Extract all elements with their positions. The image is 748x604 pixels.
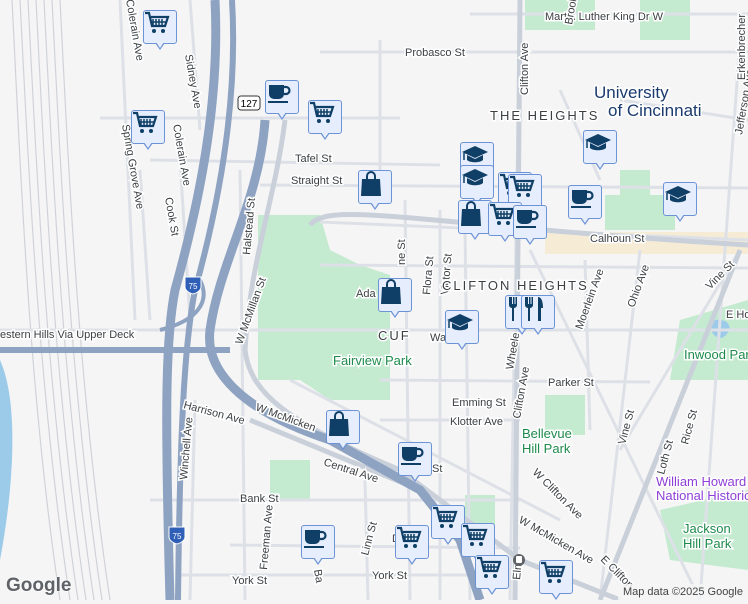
label-ada: Ada bbox=[356, 288, 376, 300]
label-clifton-ave: Clifton Ave bbox=[519, 43, 531, 95]
label-loth-st: Loth St bbox=[655, 439, 676, 476]
marker-pointer-fill bbox=[550, 589, 562, 598]
marker-pointer-fill bbox=[532, 324, 544, 333]
label-jackson-hill-park: Jackson Hill Park bbox=[683, 521, 732, 551]
label-the-heights: THE HEIGHTS bbox=[490, 108, 599, 123]
i75-shield-north: 75 bbox=[184, 276, 202, 295]
marker-pointer-fill bbox=[406, 554, 418, 563]
poi-marker-utensils[interactable] bbox=[521, 295, 555, 339]
poi-marker-graduation-cap[interactable] bbox=[663, 182, 697, 226]
marker-pointer-fill bbox=[499, 231, 511, 240]
label-w-mcmicken-left: W McMicken bbox=[254, 402, 317, 435]
marker-pointer-fill bbox=[312, 554, 324, 563]
marker-pointer-fill bbox=[337, 439, 349, 448]
poi-marker-cart[interactable] bbox=[475, 555, 509, 599]
poi-marker-graduation-cap[interactable] bbox=[445, 310, 479, 354]
label-probasco-st: Probasco St bbox=[405, 47, 465, 59]
svg-text:127: 127 bbox=[241, 99, 258, 110]
label-bay: Ba bbox=[311, 568, 325, 584]
poi-marker-cart[interactable] bbox=[395, 525, 429, 569]
poi-marker-cart[interactable] bbox=[539, 560, 573, 604]
label-e-hollister: E Ho bbox=[726, 309, 748, 321]
label-bank-st: Bank St bbox=[240, 493, 279, 505]
label-york-st: York St bbox=[372, 570, 407, 582]
label-sidney-ave: Sidney Ave bbox=[182, 53, 203, 109]
map-attribution[interactable]: Map data ©2025 Google bbox=[617, 584, 748, 600]
label-vine-st-partial: ne St bbox=[396, 239, 408, 265]
label-fairview-park: Fairview Park bbox=[333, 353, 412, 368]
poi-marker-coffee[interactable] bbox=[301, 525, 335, 569]
label-linn-st: Linn St bbox=[359, 521, 379, 557]
marker-pointer-fill bbox=[579, 214, 591, 223]
poi-marker-coffee[interactable] bbox=[513, 205, 547, 249]
label-cook-st: Cook St bbox=[162, 196, 181, 237]
marker-pointer-fill bbox=[456, 339, 468, 348]
label-erkenbrecher: Erkenbrecher bbox=[736, 14, 748, 80]
label-klotter-ave: Klotter Ave bbox=[450, 416, 503, 428]
river bbox=[0, 360, 13, 560]
rail-yard bbox=[11, 0, 111, 600]
marker-pointer-fill bbox=[486, 584, 498, 593]
poi-marker-coffee[interactable] bbox=[265, 80, 299, 124]
label-colerain-ave: Colerain Ave bbox=[170, 123, 193, 186]
marker-pointer-fill bbox=[674, 211, 686, 220]
marker-pointer-fill bbox=[442, 534, 454, 543]
i75-shield-south: 75 bbox=[168, 526, 186, 545]
marker-pointer-fill bbox=[142, 139, 154, 148]
marker-pointer-fill bbox=[469, 229, 481, 238]
map-base: 127 75 75 Probasco St Martin Luther King… bbox=[0, 0, 748, 600]
marker-pointer-fill bbox=[319, 129, 331, 138]
label-calhoun-st: Calhoun St bbox=[590, 233, 644, 245]
label-rice-st: Rice St bbox=[679, 408, 700, 445]
label-parker-st: Parker St bbox=[548, 377, 594, 389]
label-w-mcmicken-ave: W McMicken Ave bbox=[517, 514, 596, 566]
poi-marker-bag[interactable] bbox=[378, 278, 412, 322]
poi-marker-cart[interactable] bbox=[131, 110, 165, 154]
marker-pointer-fill bbox=[594, 159, 606, 168]
marker-pointer-fill bbox=[154, 39, 166, 48]
marker-pointer-fill bbox=[524, 234, 536, 243]
label-straight-st: Straight St bbox=[291, 175, 342, 187]
label-ohio-ave: Ohio Ave bbox=[626, 263, 652, 309]
marker-pointer-fill bbox=[369, 199, 381, 208]
marker-pointer-fill bbox=[276, 109, 288, 118]
poi-marker-bag[interactable] bbox=[458, 200, 492, 244]
poi-marker-bag[interactable] bbox=[358, 170, 392, 214]
poi-marker-coffee[interactable] bbox=[398, 442, 432, 486]
google-logo: Google bbox=[6, 575, 72, 596]
poi-marker-graduation-cap[interactable] bbox=[583, 130, 617, 174]
map[interactable]: 127 75 75 Probasco St Martin Luther King… bbox=[0, 0, 748, 600]
label-cuf: CUF bbox=[378, 328, 411, 343]
label-moerlein-ave: Moerlein Ave bbox=[574, 267, 607, 331]
label-freeman-ave: Freeman Ave bbox=[258, 504, 276, 570]
label-york-st-west: York St bbox=[232, 575, 267, 587]
poi-marker-cart[interactable] bbox=[143, 10, 177, 54]
poi-marker-coffee[interactable] bbox=[568, 185, 602, 229]
label-clifton-heights: CLIFTON HEIGHTS bbox=[442, 278, 589, 293]
transit-icon bbox=[513, 554, 525, 566]
marker-pointer-fill bbox=[389, 307, 401, 316]
label-tafel-st: Tafel St bbox=[295, 153, 332, 165]
poi-marker-cart[interactable] bbox=[431, 505, 465, 549]
label-inwood-park: Inwood Park bbox=[684, 347, 748, 362]
svg-text:75: 75 bbox=[173, 532, 182, 541]
label-taft-historic-site: William Howard TaftNational Historic bbox=[656, 474, 748, 503]
label-western-hills-viaduct: estern Hills Via Upper Deck bbox=[0, 329, 135, 341]
label-university-of-cincinnati: University of Cincinnati bbox=[594, 83, 702, 120]
label-bellevue-hill-park: Bellevue Hill Park bbox=[522, 426, 572, 456]
poi-marker-cart[interactable] bbox=[308, 100, 342, 144]
svg-text:75: 75 bbox=[189, 282, 198, 291]
poi-marker-bag[interactable] bbox=[326, 410, 360, 454]
label-st: St bbox=[432, 463, 442, 475]
marker-pointer-fill bbox=[409, 471, 421, 480]
label-flora-st: Flora St bbox=[421, 256, 436, 295]
label-emming-st: Emming St bbox=[452, 397, 506, 409]
label-w-clifton-ave: W Clifton Ave bbox=[530, 467, 585, 522]
us-127-shield: 127 bbox=[237, 95, 261, 111]
